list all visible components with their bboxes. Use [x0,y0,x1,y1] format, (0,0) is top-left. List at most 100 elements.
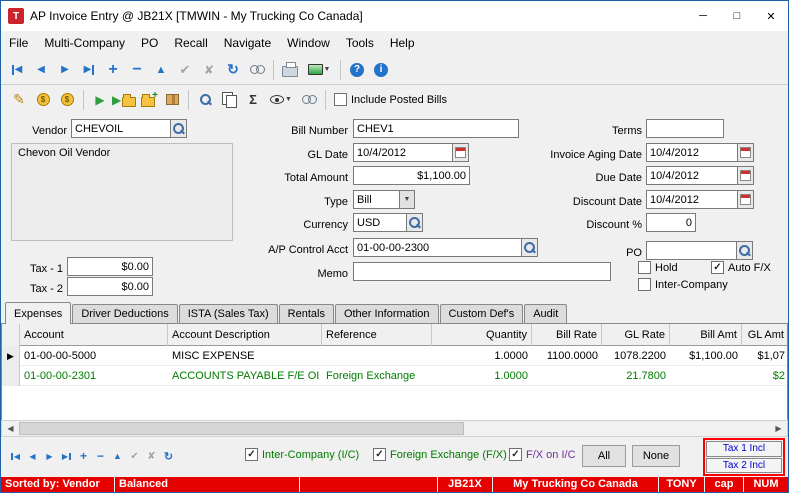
last-record-button[interactable]: ▶ [77,58,101,82]
tab-custom-defs[interactable]: Custom Def's [440,304,524,323]
cell-gl-amt[interactable]: $1,07 [742,346,788,366]
column-header-reference[interactable]: Reference [322,324,432,346]
cell-quantity[interactable]: 1.0000 [432,346,532,366]
column-header-gl-rate[interactable]: GL Rate [602,324,670,346]
inter-company-checkbox[interactable] [638,278,651,291]
horizontal-scrollbar[interactable]: ◀ ▶ [1,420,788,437]
tab-expenses[interactable]: Expenses [5,302,71,324]
table-row[interactable]: 01-00-00-2301 ACCOUNTS PAYABLE F/E OI Fo… [2,366,788,386]
grid-last-record-button[interactable]: ▶ [58,448,75,464]
discount-pct-input[interactable] [646,213,696,232]
cell-account-description[interactable]: ACCOUNTS PAYABLE F/E OI [168,366,322,386]
refresh-button[interactable]: ↻ [221,58,245,82]
cell-reference[interactable]: Foreign Exchange [322,366,432,386]
gl-date-calendar-button[interactable] [452,143,469,162]
edit-record-button[interactable]: ▲ [149,58,173,82]
scrollbar-thumb[interactable] [19,422,464,435]
previous-record-button[interactable]: ◀ [29,58,53,82]
close-button[interactable]: ✕ [754,1,788,31]
view-options-button[interactable]: ▼ [265,88,297,112]
cell-bill-rate[interactable] [532,366,602,386]
column-header-account[interactable]: Account [20,324,168,346]
column-header-account-description[interactable]: Account Description [168,324,322,346]
auto-fx-checkbox[interactable]: ✓ [711,261,724,274]
cell-account[interactable]: 01-00-00-5000 [20,346,168,366]
sum-button[interactable]: Σ [241,88,265,112]
row-selector[interactable] [2,366,20,386]
menu-help[interactable]: Help [382,31,423,55]
column-header-gl-amt[interactable]: GL Amt [742,324,788,346]
grid-save-button[interactable]: ✔ [126,448,143,464]
cell-reference[interactable] [322,346,432,366]
cancel-button[interactable]: ✘ [197,58,221,82]
due-date-input[interactable] [646,166,738,185]
maximize-button[interactable]: □ [720,1,754,31]
grid-next-record-button[interactable]: ▶ [41,448,58,464]
invoice-aging-date-input[interactable] [646,143,738,162]
post-bill-button[interactable]: ▶ [88,88,112,112]
tab-other-information[interactable]: Other Information [335,304,439,323]
include-posted-bills-checkbox[interactable] [334,93,347,106]
minimize-button[interactable]: ─ [686,1,720,31]
total-amount-input[interactable] [353,166,470,185]
cell-gl-amt[interactable]: $2 [742,366,788,386]
link-button[interactable] [297,88,321,112]
menu-file[interactable]: File [1,31,36,55]
tax1-incl-button[interactable]: Tax 1 Incl [706,441,782,457]
grid-previous-record-button[interactable]: ◀ [24,448,41,464]
cell-account[interactable]: 01-00-00-2301 [20,366,168,386]
invoice-aging-date-calendar-button[interactable] [737,143,754,162]
vendor-input[interactable] [71,119,171,138]
attach-button[interactable] [245,58,269,82]
search-button[interactable] [193,88,217,112]
cell-bill-amt[interactable]: $1,100.00 [670,346,742,366]
grid-edit-row-button[interactable]: ▲ [109,448,126,464]
po-lookup-button[interactable] [736,241,753,260]
row-selector[interactable]: ▶ [2,346,20,366]
foreign-exchange-fx-checkbox[interactable]: ✓ [373,448,386,461]
package-button[interactable] [160,88,184,112]
terms-input[interactable] [646,119,724,138]
vendor-lookup-button[interactable] [170,119,187,138]
menu-recall[interactable]: Recall [166,31,215,55]
tab-audit[interactable]: Audit [524,304,567,323]
tab-ista-sales-tax[interactable]: ISTA (Sales Tax) [179,304,278,323]
cell-account-description[interactable]: MISC EXPENSE [168,346,322,366]
menu-tools[interactable]: Tools [338,31,382,55]
grid-cancel-button[interactable]: ✘ [143,448,160,464]
print-button[interactable] [278,58,302,82]
all-button[interactable]: All [582,445,626,467]
money-button[interactable]: $ [55,88,79,112]
tab-rentals[interactable]: Rentals [279,304,334,323]
fx-on-ic-checkbox[interactable]: ✓ [509,448,522,461]
next-record-button[interactable]: ▶ [53,58,77,82]
tax2-incl-button[interactable]: Tax 2 Incl [706,458,782,474]
cell-quantity[interactable]: 1.0000 [432,366,532,386]
tax2-input[interactable] [67,277,153,296]
tax1-input[interactable] [67,257,153,276]
column-header-bill-rate[interactable]: Bill Rate [532,324,602,346]
about-button[interactable]: i [369,58,393,82]
cell-gl-rate[interactable]: 1078.2200 [602,346,670,366]
currency-input[interactable] [353,213,407,232]
grid-first-record-button[interactable]: ◀ [7,448,24,464]
menu-multi-company[interactable]: Multi-Company [36,31,133,55]
grid-add-row-button[interactable]: + [75,448,92,464]
delete-record-button[interactable]: − [125,58,149,82]
scroll-left-button[interactable]: ◀ [2,421,19,436]
bill-number-input[interactable] [353,119,519,138]
grid-refresh-button[interactable]: ↻ [160,448,177,464]
tab-driver-deductions[interactable]: Driver Deductions [72,304,177,323]
cell-bill-rate[interactable]: 1100.0000 [532,346,602,366]
discount-date-input[interactable] [646,190,738,209]
inter-company-ic-checkbox[interactable]: ✓ [245,448,258,461]
copy-button[interactable] [217,88,241,112]
scroll-right-button[interactable]: ▶ [770,421,787,436]
help-button[interactable]: ? [345,58,369,82]
first-record-button[interactable]: ◀ [5,58,29,82]
table-row[interactable]: ▶ 01-00-00-5000 MISC EXPENSE 1.0000 1100… [2,346,788,366]
cell-bill-amt[interactable] [670,366,742,386]
hold-checkbox[interactable] [638,261,651,274]
add-record-button[interactable]: + [101,58,125,82]
column-header-bill-amt[interactable]: Bill Amt [670,324,742,346]
